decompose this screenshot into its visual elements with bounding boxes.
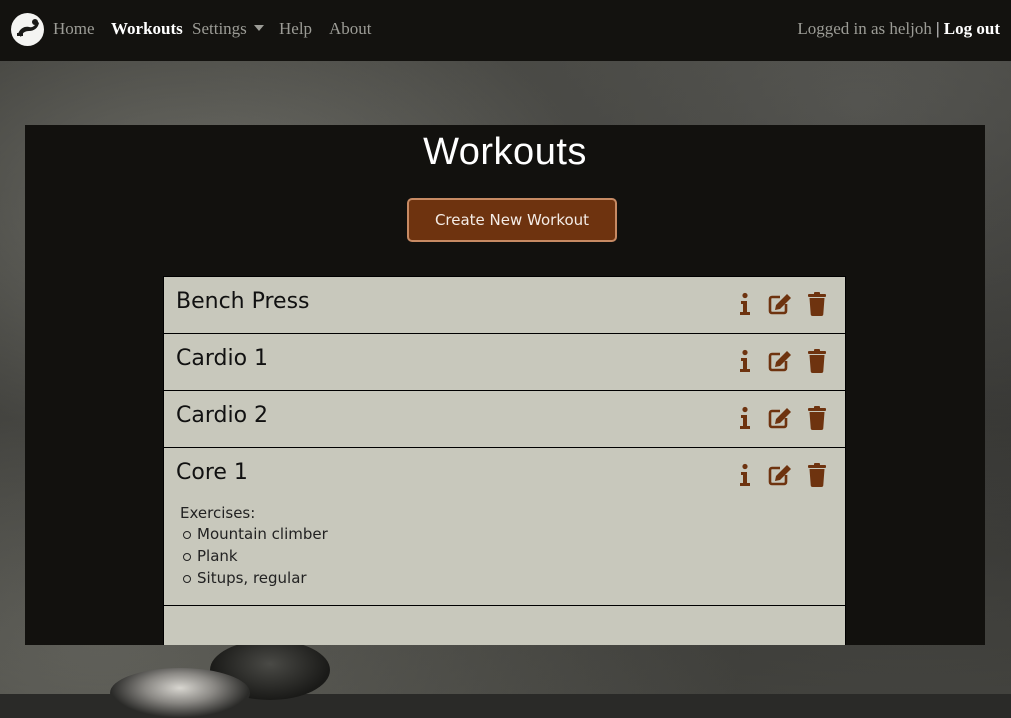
edit-icon[interactable] [763,346,799,376]
edit-icon[interactable] [763,460,799,490]
info-icon[interactable] [727,289,763,319]
nav-settings-label: Settings [192,19,247,38]
workout-row[interactable]: Cardio 1 [163,334,846,391]
create-workout-button[interactable]: Create New Workout [407,198,617,242]
workout-actions [727,346,835,376]
exercise-item: Plank [183,547,829,565]
workout-row[interactable] [163,606,846,645]
exercises-label: Exercises: [180,504,256,522]
workout-row-header[interactable]: Bench Press [164,277,845,333]
exercise-item: Mountain climber [183,525,829,543]
nav-settings-dropdown[interactable]: Settings [192,19,264,39]
edit-icon[interactable] [763,289,799,319]
exercise-item: Situps, regular [183,569,829,587]
nav-help[interactable]: Help [279,19,312,39]
workout-actions [727,460,835,490]
exercise-list: Mountain climber Plank Situps, regular [180,525,829,587]
workout-row-header[interactable]: Cardio 2 [164,391,845,447]
workout-details: Exercises: Mountain climber Plank Situps… [164,504,845,605]
logout-link[interactable]: Log out [944,19,1000,38]
workout-name: Bench Press [176,289,310,314]
page-title: Workouts [423,131,587,173]
info-icon[interactable] [727,460,763,490]
info-icon[interactable] [727,403,763,433]
trash-icon[interactable] [799,460,835,490]
workout-name: Cardio 1 [176,346,269,371]
chevron-down-icon [253,25,264,32]
workout-list: Bench Press Cardio 1 Cardio 2 Core 1 Exe… [163,276,846,645]
workout-name: Cardio 2 [176,403,269,428]
workout-row[interactable]: Cardio 2 [163,391,846,448]
background-weight-plate [110,668,250,718]
trash-icon[interactable] [799,346,835,376]
info-icon[interactable] [727,346,763,376]
edit-icon[interactable] [763,403,799,433]
login-separator: | [936,19,940,38]
workout-row-expanded[interactable]: Core 1 Exercises: Mountain climber Plank… [163,448,846,606]
workout-row-header[interactable]: Core 1 [164,448,845,504]
workout-actions [727,403,835,433]
top-navbar: Home Workouts Settings Help About Logged… [0,0,1011,61]
nav-workouts[interactable]: Workouts [111,19,183,39]
logged-in-text: Logged in as heljoh [797,19,932,38]
workout-row-header[interactable]: Cardio 1 [164,334,845,390]
brand-logo[interactable] [11,13,44,46]
nav-about[interactable]: About [329,19,372,39]
trash-icon[interactable] [799,289,835,319]
login-status: Logged in as heljoh | Log out [797,19,1000,39]
workout-actions [727,289,835,319]
nav-home[interactable]: Home [53,19,95,39]
trash-icon[interactable] [799,403,835,433]
workout-name: Core 1 [176,460,248,485]
workouts-panel: Workouts Create New Workout Bench Press [25,125,985,645]
workout-row[interactable]: Bench Press [163,277,846,334]
